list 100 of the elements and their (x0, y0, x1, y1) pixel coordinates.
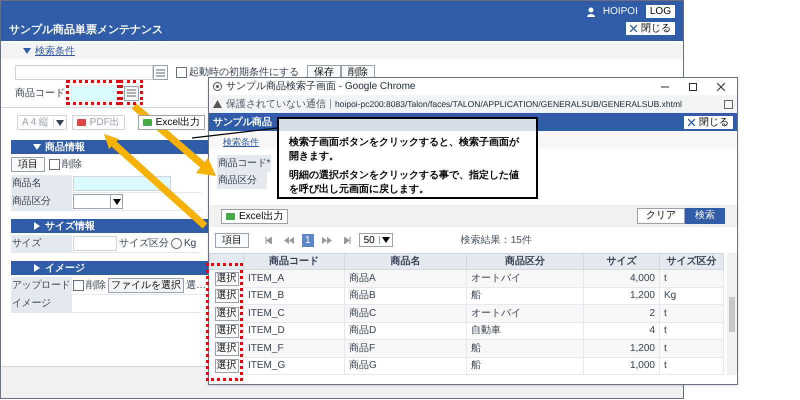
caret-down-icon (23, 47, 31, 55)
address-bar[interactable]: 保護されていない通信 hoipoi-pc200:8083/Talon/faces/TALON/APPLICATION/GENERALSUB/GENERALSUB.xhtml (209, 95, 737, 113)
radio-label: Kg (184, 237, 196, 251)
list-icon (156, 68, 165, 76)
field-label: 商品区分 (11, 193, 72, 210)
user-name: HOIPOI (602, 5, 638, 19)
table-cell: 1,000 (584, 357, 660, 374)
table-cell: 商品F (344, 340, 466, 357)
table-cell: 商品A (344, 270, 466, 287)
caret-right-icon (33, 222, 41, 230)
page-size-select[interactable]: 50 (358, 233, 393, 247)
field-label: 商品コード* (217, 155, 272, 172)
text-field[interactable] (73, 236, 117, 251)
field-label: サイズ (11, 235, 72, 252)
table-cell: 商品C (344, 304, 466, 322)
caret-down-icon (112, 198, 120, 206)
product-code-field[interactable] (71, 85, 117, 101)
next-page-icon[interactable] (322, 236, 332, 244)
text-field[interactable] (15, 65, 153, 80)
page-button[interactable]: 1 (302, 234, 314, 246)
last-page-icon[interactable] (344, 236, 351, 244)
table-cell: ITEM_A (244, 270, 344, 287)
result-count: 検索結果：15件 (460, 234, 532, 248)
url-text: hoipoi-pc200:8083/Talon/faces/TALON/APPLICATION/GENERALSUB/GENERALSUB.xhtml (335, 98, 683, 110)
list-button[interactable] (124, 86, 139, 100)
table-cell: ITEM_F (244, 340, 344, 357)
table-cell: オートバイ (466, 304, 584, 322)
section-title: 商品情報 (45, 140, 85, 154)
scrollbar[interactable] (727, 253, 737, 375)
first-page-icon[interactable] (265, 236, 272, 244)
table-cell: オートバイ (466, 270, 584, 287)
app-title: サンプル商品単票メンテナンス (9, 22, 163, 38)
table-header-cell (210, 254, 244, 270)
select-button[interactable]: 選択 (214, 306, 238, 321)
printer-icon (142, 119, 152, 126)
caret-down-icon (382, 236, 390, 244)
printer-icon (76, 119, 86, 126)
caret-down-icon (33, 143, 41, 151)
previous-page-icon[interactable] (284, 236, 294, 244)
translate-icon[interactable] (724, 100, 733, 108)
search-conditions-link[interactable]: 検索条件 (35, 44, 75, 58)
column-header: 商品区分 (466, 254, 584, 270)
close-icon[interactable] (717, 82, 725, 90)
field-label: アップロード (11, 277, 72, 294)
select-button[interactable]: 選択 (214, 324, 238, 338)
table-cell: 4,000 (584, 270, 660, 287)
checkbox-label: 削除 (62, 158, 82, 172)
warning-icon (213, 100, 222, 108)
checkbox[interactable] (49, 159, 60, 170)
file-select-button[interactable]: ファイルを選択 (108, 278, 184, 293)
checkbox-label: 削除 (86, 278, 106, 293)
close-icon (630, 25, 637, 32)
list-button[interactable] (153, 65, 168, 80)
section-title: イメージ (45, 262, 85, 276)
select-button[interactable]: 選択 (214, 272, 238, 286)
printer-icon (226, 212, 235, 220)
clear-button[interactable]: クリア (637, 208, 685, 224)
table-cell: ITEM_C (244, 304, 344, 322)
column-header: サイズ (584, 254, 660, 270)
table-cell: t (660, 304, 724, 322)
maximize-icon[interactable] (689, 82, 697, 90)
close-button[interactable]: 閉じる (684, 116, 733, 128)
logout-button[interactable]: LOG (646, 5, 675, 18)
select-button[interactable]: 選択 (214, 359, 238, 374)
close-button[interactable]: 閉じる (626, 22, 675, 35)
table-cell: t (660, 270, 724, 287)
caret-down-icon (56, 118, 64, 126)
user-icon (586, 6, 595, 16)
items-button[interactable]: 項目 (11, 157, 45, 172)
table-cell: 商品G (344, 357, 466, 374)
search-button[interactable]: 検索 (685, 208, 725, 224)
field-label: 商品名 (11, 175, 72, 192)
excel-button[interactable]: Excel出力 (138, 115, 206, 130)
field-label: サイズ区分 (119, 237, 169, 251)
search-conditions-link[interactable]: 検索条件 (223, 136, 259, 149)
popup-title: サンプル商品 (213, 115, 272, 130)
field-label: 商品区分 (217, 172, 267, 189)
select-button[interactable]: 選択 (214, 342, 238, 356)
browser-icon (213, 82, 222, 91)
caret-right-icon (33, 264, 41, 272)
checkbox[interactable] (73, 280, 84, 291)
table-cell: t (660, 357, 724, 374)
callout-text: 明細の選択ボタンをクリックする事で、指定した値を呼び出し元画面に戻します。 (288, 169, 520, 197)
radio-button[interactable] (171, 238, 182, 249)
table-cell: 船 (466, 340, 584, 357)
select-field[interactable] (73, 194, 123, 209)
table-cell: 船 (466, 357, 584, 374)
column-header: 商品コード (244, 254, 344, 270)
field-label: 商品コード (15, 86, 65, 100)
column-header: 商品名 (344, 254, 466, 270)
table-cell: ITEM_G (244, 357, 344, 374)
callout-text: 検索子画面ボタンをクリックすると、検索子画面が開きます。 (288, 136, 520, 164)
items-button[interactable]: 項目 (215, 232, 249, 248)
checkbox[interactable] (176, 67, 187, 78)
security-status: 保護されていない通信 (226, 98, 326, 112)
close-icon (688, 118, 695, 126)
excel-button[interactable]: Excel出力 (221, 208, 288, 224)
select-button[interactable]: 選択 (214, 289, 238, 304)
field-label: イメージ (11, 295, 72, 312)
table-cell: t (660, 340, 724, 357)
